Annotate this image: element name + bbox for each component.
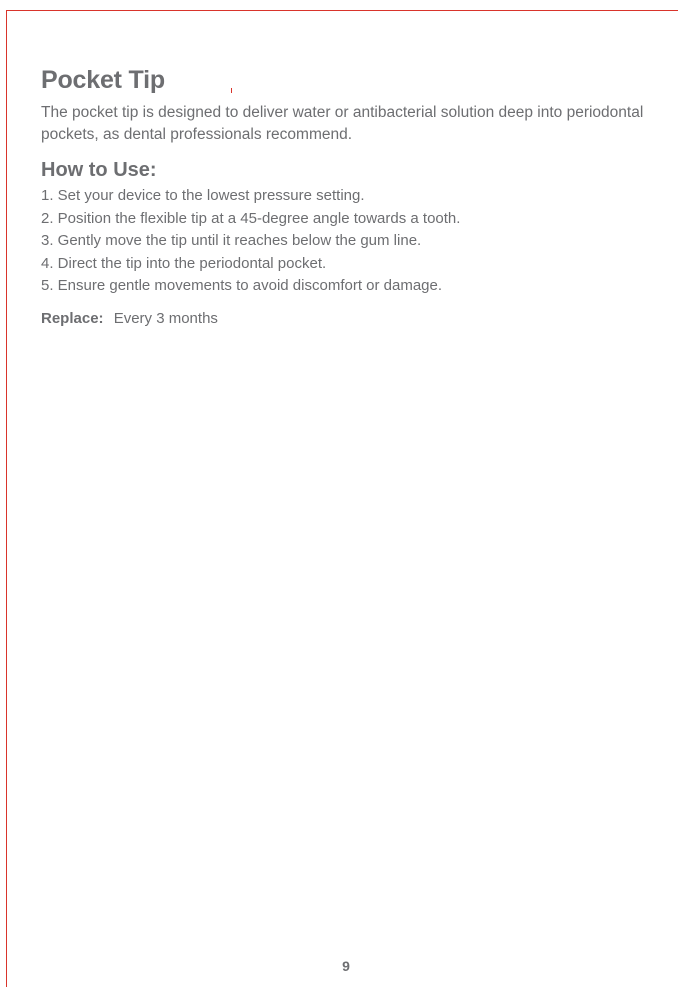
step-item-5: 5. Ensure gentle movements to avoid disc… (41, 277, 443, 294)
replace-line: Replace: Every 3 months (41, 308, 661, 330)
step-item-2: 2. Position the flexible tip at a 45-deg… (41, 209, 461, 227)
left-border-rule (6, 10, 7, 987)
page-title: Pocket Tip (41, 66, 165, 94)
step-item-4: 4. Direct the tip into the periodontal p… (41, 254, 327, 272)
page-number: 9 (342, 958, 350, 974)
steps-list: 1. Set your device to the lowest pressur… (41, 185, 661, 298)
step-item-1: 1. Set your device to the lowest pressur… (41, 187, 365, 204)
document-page: Pocket Tip The pocket tip is designed to… (0, 0, 678, 987)
how-to-use-heading: How to Use: (41, 159, 157, 181)
replace-value: Every 3 months (113, 309, 218, 327)
replace-label: Replace: (41, 309, 104, 327)
top-border-rule (6, 10, 678, 11)
step-item-3: 3. Gently move the tip until it reaches … (41, 232, 422, 249)
intro-paragraph: The pocket tip is designed to deliver wa… (41, 104, 644, 143)
page-content: Pocket Tip The pocket tip is designed to… (41, 64, 661, 330)
